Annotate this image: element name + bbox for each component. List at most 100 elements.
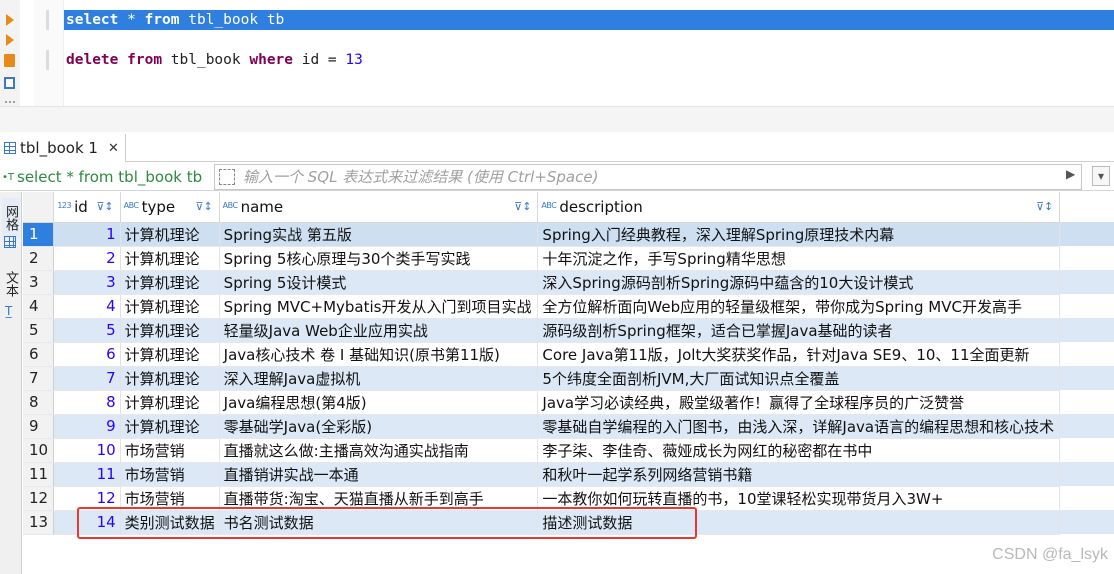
cell-name[interactable]: Spring MVC+Mybatis开发从入门到项目实战: [219, 294, 539, 319]
cell-name[interactable]: 直播销讲实战一本通: [219, 462, 539, 487]
row-number-cell[interactable]: 11: [23, 462, 55, 487]
cell-name[interactable]: Spring 5核心原理与30个类手写实践: [219, 246, 539, 271]
script-icon[interactable]: [4, 54, 15, 67]
row-number-cell[interactable]: 4: [23, 294, 55, 319]
table-row[interactable]: 6 6 计算机理论 Java核心技术 卷 I 基础知识(原书第11版) Core Jav…: [23, 342, 1114, 367]
cell-name[interactable]: Spring实战 第五版: [219, 222, 539, 247]
code-line-select[interactable]: select * from tbl_book tb: [64, 10, 1114, 30]
table-row[interactable]: 4 4 计算机理论 Spring MVC+Mybatis开发从入门到项目实战 全方位解析…: [23, 294, 1114, 319]
cell-id[interactable]: 2: [53, 246, 121, 271]
cell-name[interactable]: 直播带货:淘宝、天猫直播从新手到高手: [219, 486, 539, 511]
row-number-cell[interactable]: 12: [23, 486, 55, 511]
cell-id[interactable]: 3: [53, 270, 121, 295]
cell-name[interactable]: 书名测试数据: [219, 510, 539, 535]
execute-script-icon[interactable]: [6, 34, 14, 46]
cell-type[interactable]: 计算机理论: [120, 390, 220, 415]
cell-type[interactable]: 市场营销: [120, 462, 220, 487]
more-icon[interactable]: [4, 100, 16, 104]
cell-type[interactable]: 计算机理论: [120, 318, 220, 343]
cell-id[interactable]: 8: [53, 390, 121, 415]
cell-type[interactable]: 类别测试数据: [120, 510, 220, 535]
table-row[interactable]: 11 11 市场营销 直播销讲实战一本通 和秋叶一起学系列网络营销书籍: [23, 462, 1114, 487]
cell-id[interactable]: 6: [53, 342, 121, 367]
cell-type[interactable]: 市场营销: [120, 486, 220, 511]
table-row[interactable]: 9 9 计算机理论 零基础学Java(全彩版) 零基础自学编程的入门图书，由浅入深，详解…: [23, 414, 1114, 439]
cell-id[interactable]: 1: [53, 222, 121, 247]
cell-type[interactable]: 计算机理论: [120, 414, 220, 439]
cell-id[interactable]: 4: [53, 294, 121, 319]
cell-description[interactable]: 零基础自学编程的入门图书，由浅入深，详解Java语言的编程思想和核心技术: [537, 414, 1061, 439]
cell-description[interactable]: 深入Spring源码剖析Spring源码中蕴含的10大设计模式: [537, 270, 1061, 295]
row-number-cell[interactable]: 9: [23, 414, 55, 439]
filter-input[interactable]: [243, 168, 1063, 186]
cell-name[interactable]: 直播就这么做:主播高效沟通实战指南: [219, 438, 539, 463]
execute-statement-icon[interactable]: [6, 14, 14, 26]
cell-id[interactable]: 9: [53, 414, 121, 439]
column-header-description[interactable]: ABC description ⊽↕: [537, 192, 1061, 223]
tab-text-view[interactable]: 文本: [2, 264, 20, 304]
cell-id[interactable]: 10: [53, 438, 121, 463]
cell-description[interactable]: 全方位解析面向Web应用的轻量级框架，带你成为Spring MVC开发高手: [537, 294, 1061, 319]
table-row[interactable]: 7 7 计算机理论 深入理解Java虚拟机 5个纬度全面剖析JVM,大厂面试知识点全覆盖: [23, 366, 1114, 391]
sort-filter-icon[interactable]: ⊽↕: [514, 200, 531, 213]
tab-tbl-book-1[interactable]: tbl_book 1 ✕: [0, 134, 126, 162]
cell-description[interactable]: Core Java第11版，Jolt大奖获奖作品，针对Java SE9、10、1…: [537, 342, 1061, 367]
cell-description[interactable]: 李子柒、李佳奇、薇娅成长为网红的秘密都在书中: [537, 438, 1061, 463]
sort-filter-icon[interactable]: ⊽↕: [195, 200, 212, 213]
table-row[interactable]: 5 5 计算机理论 轻量级Java Web企业应用实战 源码级剖析Spring框架，适合…: [23, 318, 1114, 343]
cell-description[interactable]: 源码级剖析Spring框架，适合已掌握Java基础的读者: [537, 318, 1061, 343]
table-row[interactable]: 8 8 计算机理论 Java编程思想(第4版) Java学习必读经典，殿堂级著作！赢得了…: [23, 390, 1114, 415]
cell-type[interactable]: 计算机理论: [120, 366, 220, 391]
tab-grid-view[interactable]: 网格: [2, 198, 20, 238]
editor-results-splitter[interactable]: [0, 106, 1114, 132]
row-number-cell[interactable]: 5: [23, 318, 55, 343]
cell-type[interactable]: 计算机理论: [120, 270, 220, 295]
row-number-cell[interactable]: 2: [23, 246, 55, 271]
cell-name[interactable]: 深入理解Java虚拟机: [219, 366, 539, 391]
row-number-cell[interactable]: 13: [23, 510, 55, 535]
cell-type[interactable]: 计算机理论: [120, 294, 220, 319]
row-number-cell[interactable]: 1: [23, 222, 55, 247]
cell-name[interactable]: Java核心技术 卷 I 基础知识(原书第11版): [219, 342, 539, 367]
cell-description[interactable]: 和秋叶一起学系列网络营销书籍: [537, 462, 1061, 487]
row-number-cell[interactable]: 3: [23, 270, 55, 295]
table-row[interactable]: 12 12 市场营销 直播带货:淘宝、天猫直播从新手到高手 一本教你如何玩转直播的书，1…: [23, 486, 1114, 511]
sort-filter-icon[interactable]: ⊽↕: [96, 200, 113, 213]
apply-filter-icon[interactable]: ▶: [1066, 167, 1075, 181]
cell-description[interactable]: 一本教你如何玩转直播的书，10堂课轻松实现带货月入3W+: [537, 486, 1061, 511]
sort-filter-icon[interactable]: ⊽↕: [1036, 200, 1053, 213]
cell-type[interactable]: 计算机理论: [120, 222, 220, 247]
cell-id[interactable]: 14: [53, 510, 121, 535]
row-number-cell[interactable]: 6: [23, 342, 55, 367]
filter-expand-icon[interactable]: [219, 169, 235, 185]
cell-type[interactable]: 计算机理论: [120, 342, 220, 367]
sql-editor[interactable]: select * from tbl_book tb delete from tb…: [0, 0, 1114, 140]
cell-type[interactable]: 市场营销: [120, 438, 220, 463]
code-line-delete[interactable]: delete from tbl_book where id = 13: [64, 50, 1114, 70]
column-header-name[interactable]: ABC name ⊽↕: [219, 192, 539, 223]
cell-id[interactable]: 7: [53, 366, 121, 391]
cell-name[interactable]: 零基础学Java(全彩版): [219, 414, 539, 439]
corner-cell[interactable]: [23, 192, 55, 223]
cell-description[interactable]: 描述测试数据: [537, 510, 1061, 535]
row-number-cell[interactable]: 10: [23, 438, 55, 463]
cell-id[interactable]: 12: [53, 486, 121, 511]
cell-description[interactable]: 十年沉淀之作，手写Spring精华思想: [537, 246, 1061, 271]
column-header-type[interactable]: ABC type ⊽↕: [120, 192, 220, 223]
cell-id[interactable]: 5: [53, 318, 121, 343]
table-row[interactable]: 2 2 计算机理论 Spring 5核心原理与30个类手写实践 十年沉淀之作，手写Spr…: [23, 246, 1114, 271]
splitter-collapse-arrows[interactable]: [648, 125, 688, 140]
cell-name[interactable]: 轻量级Java Web企业应用实战: [219, 318, 539, 343]
cell-description[interactable]: 5个纬度全面剖析JVM,大厂面试知识点全覆盖: [537, 366, 1061, 391]
table-row[interactable]: 13 14 类别测试数据 书名测试数据 描述测试数据: [23, 510, 1114, 535]
table-row[interactable]: 3 3 计算机理论 Spring 5设计模式 深入Spring源码剖析Spring源码中…: [23, 270, 1114, 295]
table-row[interactable]: 1 1 计算机理论 Spring实战 第五版 Spring入门经典教程，深入理解Spri…: [23, 222, 1114, 247]
cell-name[interactable]: Java编程思想(第4版): [219, 390, 539, 415]
filter-history-dropdown-icon[interactable]: ▾: [1092, 166, 1110, 186]
table-row[interactable]: 10 10 市场营销 直播就这么做:主播高效沟通实战指南 李子柒、李佳奇、薇娅成长为网红…: [23, 438, 1114, 463]
cell-description[interactable]: Java学习必读经典，殿堂级著作！赢得了全球程序员的广泛赞誉: [537, 390, 1061, 415]
column-header-id[interactable]: 123 id ⊽↕: [53, 192, 121, 223]
row-number-cell[interactable]: 8: [23, 390, 55, 415]
explain-plan-icon[interactable]: [4, 77, 15, 89]
cell-name[interactable]: Spring 5设计模式: [219, 270, 539, 295]
